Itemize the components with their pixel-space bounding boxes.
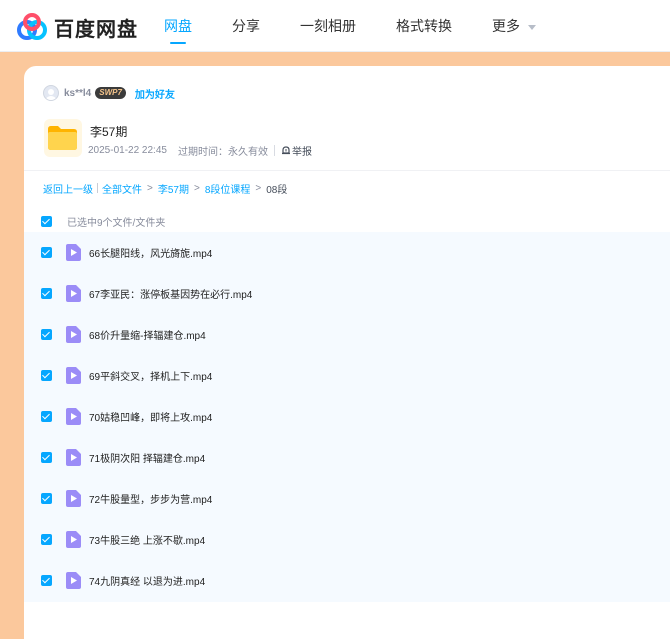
breadcrumb-item[interactable]: 李57期 bbox=[158, 181, 189, 196]
file-row[interactable]: 66长腿阳线，风光旖旎.mp4 bbox=[24, 232, 670, 273]
breadcrumb-item[interactable]: 全部文件 bbox=[102, 181, 142, 196]
vip-badge: SWP7 bbox=[95, 87, 126, 99]
file-row[interactable]: 69平斜交叉，择机上下.mp4 bbox=[24, 355, 670, 396]
file-name[interactable]: 70姑稳凹峰，即将上攻.mp4 bbox=[89, 409, 212, 424]
report-button[interactable]: 举报 bbox=[281, 143, 312, 158]
folder-icon bbox=[44, 119, 82, 157]
file-row[interactable]: 71极阴次阳 择辐建仓.mp4 bbox=[24, 437, 670, 478]
nav-item-album[interactable]: 一刻相册 bbox=[300, 0, 356, 52]
share-expire: 过期时间：永久有效 bbox=[177, 146, 268, 158]
brand-logo[interactable]: 百度网盘 bbox=[16, 12, 138, 42]
file-row[interactable]: 67李亚民：涨停板基因势在必行.mp4 bbox=[24, 273, 670, 314]
video-file-icon bbox=[66, 449, 81, 466]
video-file-icon bbox=[66, 285, 81, 302]
breadcrumb-back[interactable]: 返回上一级 bbox=[43, 181, 93, 196]
file-row[interactable]: 68价升量缩-择辐建仓.mp4 bbox=[24, 314, 670, 355]
file-checkbox[interactable] bbox=[41, 370, 52, 381]
file-checkbox[interactable] bbox=[41, 452, 52, 463]
divider bbox=[273, 144, 275, 156]
nav-item-convert[interactable]: 格式转换 bbox=[396, 0, 452, 52]
file-name[interactable]: 66长腿阳线，风光旖旎.mp4 bbox=[89, 245, 212, 260]
nav-label: 分享 bbox=[232, 18, 260, 34]
alarm-icon bbox=[281, 146, 290, 155]
file-checkbox[interactable] bbox=[41, 575, 52, 586]
video-file-icon bbox=[66, 244, 81, 261]
file-row[interactable]: 70姑稳凹峰，即将上攻.mp4 bbox=[24, 396, 670, 437]
video-file-icon bbox=[66, 490, 81, 507]
sharer-info: ks**l4 SWP7 加为好友 bbox=[43, 85, 175, 101]
file-name[interactable]: 67李亚民：涨停板基因势在必行.mp4 bbox=[89, 286, 252, 301]
file-name[interactable]: 73牛股三绝 上涨不歇.mp4 bbox=[89, 532, 205, 547]
breadcrumb-separator: > bbox=[147, 182, 153, 194]
add-friend-link[interactable]: 加为好友 bbox=[135, 86, 175, 101]
breadcrumb-separator: > bbox=[193, 182, 200, 194]
chevron-down-icon bbox=[528, 24, 536, 30]
file-name[interactable]: 72牛股量型，步步为营.mp4 bbox=[89, 491, 212, 506]
nav-label: 网盘 bbox=[164, 18, 192, 34]
breadcrumb-current: 08段 bbox=[266, 184, 288, 196]
baidu-netdisk-logo-icon bbox=[17, 13, 47, 40]
file-checkbox[interactable] bbox=[41, 247, 52, 258]
video-file-icon bbox=[66, 367, 81, 384]
file-row[interactable]: 74九阴真经 以退为进.mp4 bbox=[24, 560, 670, 601]
breadcrumb-separator: > bbox=[255, 182, 262, 194]
video-file-icon bbox=[66, 326, 81, 343]
share-title: 李57期 bbox=[90, 125, 128, 139]
nav-item-share[interactable]: 分享 bbox=[232, 0, 260, 52]
video-file-icon bbox=[66, 531, 81, 548]
file-list: 66长腿阳线，风光旖旎.mp4 67李亚民：涨停板基因势在必行.mp4 68价升量缩… bbox=[24, 232, 670, 602]
nav-label: 一刻相册 bbox=[300, 18, 356, 34]
file-row[interactable]: 72牛股量型，步步为营.mp4 bbox=[24, 478, 670, 519]
selection-count: 已选中9个文件/文件夹 bbox=[67, 217, 166, 229]
file-name[interactable]: 71极阴次阳 择辐建仓.mp4 bbox=[89, 450, 205, 465]
video-file-icon bbox=[66, 408, 81, 425]
file-name[interactable]: 69平斜交叉，择机上下.mp4 bbox=[89, 368, 212, 383]
nav-label: 更多 bbox=[492, 18, 520, 34]
nav-label: 格式转换 bbox=[396, 18, 452, 34]
file-name[interactable]: 74九阴真经 以退为进.mp4 bbox=[89, 573, 205, 588]
file-checkbox[interactable] bbox=[41, 329, 52, 340]
file-checkbox[interactable] bbox=[41, 493, 52, 504]
share-meta: 2025-01-22 22:45 过期时间：永久有效 举报 bbox=[88, 143, 312, 158]
share-card: ks**l4 SWP7 加为好友 李57期 2025-01-22 22:45 过… bbox=[24, 66, 670, 639]
nav-item-netdisk[interactable]: 网盘 bbox=[164, 0, 192, 52]
main-nav: 网盘 分享 一刻相册 格式转换 更多 bbox=[164, 0, 576, 52]
file-checkbox[interactable] bbox=[41, 534, 52, 545]
video-file-icon bbox=[66, 572, 81, 589]
file-checkbox[interactable] bbox=[41, 288, 52, 299]
sharer-name[interactable]: ks**l4 bbox=[64, 88, 91, 99]
top-bar: 百度网盘 网盘 分享 一刻相册 格式转换 更多 bbox=[0, 0, 670, 52]
nav-item-more[interactable]: 更多 bbox=[492, 0, 536, 52]
share-date: 2025-01-22 22:45 bbox=[88, 144, 167, 156]
avatar[interactable] bbox=[43, 85, 59, 101]
file-checkbox[interactable] bbox=[41, 411, 52, 422]
divider bbox=[97, 183, 98, 193]
breadcrumb-item[interactable]: 8段位课程 bbox=[205, 181, 251, 196]
section-divider bbox=[24, 170, 670, 171]
file-row[interactable]: 73牛股三绝 上涨不歇.mp4 bbox=[24, 519, 670, 560]
file-name[interactable]: 68价升量缩-择辐建仓.mp4 bbox=[89, 327, 206, 342]
breadcrumb: 返回上一级 全部文件 > 李57期 > 8段位课程 > 08段 bbox=[43, 181, 288, 196]
report-label: 举报 bbox=[291, 146, 312, 158]
select-all-checkbox[interactable] bbox=[41, 215, 52, 227]
brand-name: 百度网盘 bbox=[54, 18, 138, 41]
list-header: 已选中9个文件/文件夹 bbox=[24, 210, 670, 232]
